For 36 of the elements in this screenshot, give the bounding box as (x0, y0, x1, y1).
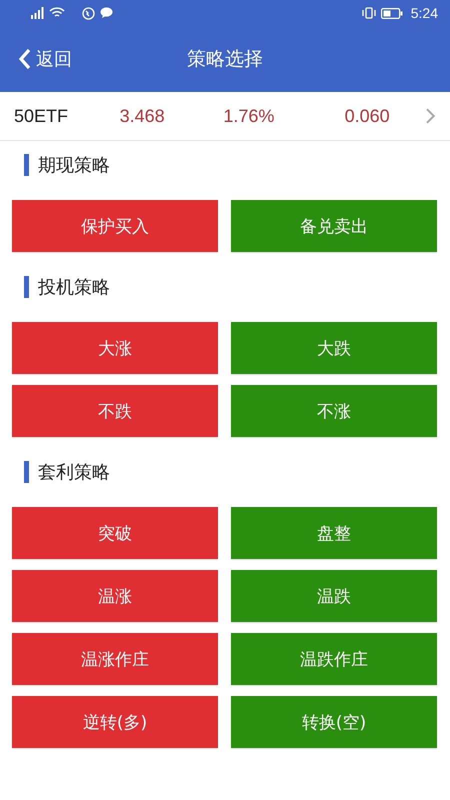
strategy-button[interactable]: 不涨 (231, 385, 437, 437)
phone-icon (82, 6, 95, 20)
quote-change: 0.060 (344, 106, 391, 126)
quote-change-percent: 1.76% (223, 106, 276, 126)
page-title: 策略选择 (187, 47, 263, 72)
strategy-button[interactable]: 大涨 (12, 322, 218, 374)
quote-symbol: 50ETF (14, 106, 70, 126)
quote-row[interactable]: 50ETF 3.468 1.76% 0.060 (0, 92, 450, 141)
strategy-button[interactable]: 大跌 (231, 322, 437, 374)
strategy-button[interactable]: 温涨 (12, 570, 218, 622)
section-marker (24, 276, 29, 298)
wifi-icon (49, 7, 65, 19)
strategy-button[interactable]: 转换(空) (231, 696, 437, 748)
signal-icon (30, 7, 44, 19)
strategy-button[interactable]: 不跌 (12, 385, 218, 437)
strategy-button[interactable]: 温跌 (231, 570, 437, 622)
section-title: 套利策略 (38, 461, 110, 484)
strategy-button[interactable]: 温跌作庄 (231, 633, 437, 685)
chat-icon (100, 7, 113, 19)
strategy-button[interactable]: 逆转(多) (12, 696, 218, 748)
chevron-right-icon (425, 107, 436, 125)
section-title: 投机策略 (38, 276, 110, 299)
strategy-button[interactable]: 盘整 (231, 507, 437, 559)
strategy-button[interactable]: 突破 (12, 507, 218, 559)
back-chevron-icon (18, 48, 32, 70)
battery-icon (380, 8, 403, 18)
back-button[interactable]: 返回 (18, 47, 72, 71)
section-title: 期现策略 (38, 154, 110, 177)
section-marker (24, 154, 29, 176)
vibrate-icon (362, 7, 376, 19)
strategy-button[interactable]: 保护买入 (12, 200, 218, 252)
quote-price: 3.468 (120, 106, 166, 126)
strategy-button[interactable]: 温涨作庄 (12, 633, 218, 685)
status-time: 5:24 (410, 5, 438, 21)
section-marker (24, 461, 29, 483)
strategy-button[interactable]: 备兑卖出 (231, 200, 437, 252)
